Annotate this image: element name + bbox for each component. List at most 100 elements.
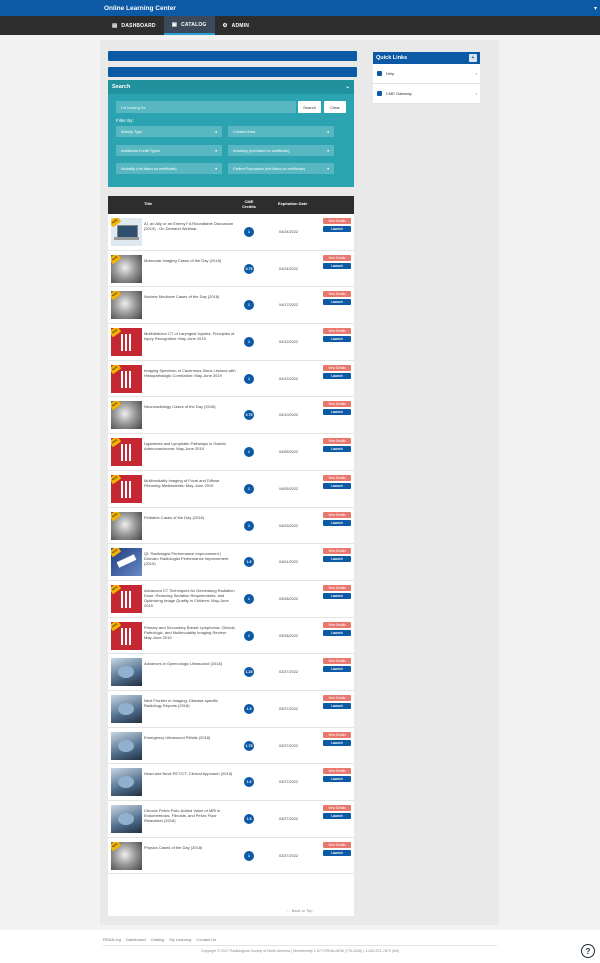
quick-link-cme-gateway[interactable]: CME Gateway › — [373, 84, 480, 104]
course-thumbnail[interactable]: NEW — [111, 841, 142, 870]
course-title[interactable]: Next Frontier in Imaging: Disease-specif… — [144, 698, 236, 708]
launch-button[interactable]: Launch — [323, 739, 351, 746]
launch-button[interactable]: Launch — [323, 262, 351, 269]
view-details-button[interactable]: View Details — [323, 805, 351, 811]
launch-button[interactable]: Launch — [323, 556, 351, 563]
footer-link[interactable]: My Learning — [169, 937, 191, 942]
col-credits[interactable]: CME Credits — [239, 199, 259, 209]
patient-population-select[interactable]: Patient Population (not listed on certif… — [228, 163, 334, 174]
view-details-button[interactable]: View Details — [323, 474, 351, 481]
anatomy-select[interactable]: Anatomy (not listed on certificate) ▾ — [228, 145, 334, 156]
launch-button[interactable]: Launch — [323, 482, 351, 489]
course-title[interactable]: QI: Radiologist Performance Improvement … — [144, 551, 236, 566]
view-details-button[interactable]: View Details — [323, 731, 351, 738]
tab-catalog[interactable]: ▣ CATALOG — [163, 16, 215, 35]
col-title[interactable]: Title — [144, 201, 152, 206]
view-details-button[interactable]: View Details — [323, 584, 351, 591]
launch-button[interactable]: Launch — [323, 446, 351, 453]
course-thumbnail[interactable]: NEW — [111, 584, 142, 613]
view-details-button[interactable]: View Details — [323, 401, 351, 408]
view-details-button[interactable]: View Details — [323, 328, 351, 335]
launch-button[interactable]: Launch — [323, 776, 351, 783]
course-title[interactable]: Nuclear Medicine Cases of the Day (2018) — [144, 294, 236, 299]
course-thumbnail[interactable] — [111, 694, 142, 723]
view-details-button[interactable]: View Details — [323, 768, 351, 775]
course-thumbnail[interactable]: NEW — [111, 621, 142, 650]
course-thumbnail[interactable]: NEW — [111, 328, 142, 357]
view-details-button[interactable]: View Details — [323, 658, 351, 665]
launch-button[interactable]: Launch — [323, 592, 351, 599]
view-details-button[interactable]: View Details — [323, 548, 351, 555]
back-to-top-link[interactable]: ← Back to Top — [100, 908, 499, 913]
course-title[interactable]: Emergency Ultrasound Pitfalls (2018) — [144, 735, 236, 740]
course-thumbnail[interactable]: NEW — [111, 218, 142, 246]
course-thumbnail[interactable]: NEW — [111, 364, 142, 393]
course-title[interactable]: Neuroradiology Cases of the Day (2018) — [144, 404, 236, 409]
view-details-button[interactable]: View Details — [323, 254, 351, 261]
course-thumbnail[interactable] — [111, 768, 142, 797]
col-expiration[interactable]: Expiration Date — [278, 201, 307, 206]
view-details-button[interactable]: View Details — [323, 291, 351, 298]
tab-dashboard[interactable]: ▤ DASHBOARD — [104, 16, 164, 35]
footer-link[interactable]: Catalog — [151, 937, 165, 942]
course-thumbnail[interactable]: NEW — [111, 254, 142, 283]
tab-admin[interactable]: ⚙ ADMIN — [215, 16, 258, 35]
account-dropdown-icon[interactable]: ▾ — [594, 5, 597, 12]
search-panel-header[interactable]: Search ⌄ — [108, 80, 354, 94]
launch-button[interactable]: Launch — [323, 372, 351, 379]
launch-button[interactable]: Launch — [323, 409, 351, 416]
course-thumbnail[interactable]: NEW — [111, 438, 142, 467]
course-thumbnail[interactable] — [111, 731, 142, 760]
course-title[interactable]: Multidetector CT of Laryngeal Injuries: … — [144, 331, 236, 341]
launch-button[interactable]: Launch — [323, 519, 351, 526]
launch-button[interactable]: Launch — [323, 666, 351, 673]
view-details-button[interactable]: View Details — [323, 621, 351, 628]
course-title[interactable]: Multimodality Imaging of Focal and Diffu… — [144, 478, 236, 488]
launch-button[interactable]: Launch — [323, 629, 351, 636]
course-title[interactable]: AI, an Ally or an Enemy? A Roundtable Di… — [144, 221, 236, 231]
content-area-select[interactable]: Content Area ▾ — [228, 126, 334, 137]
collapse-icon[interactable]: ⌄ — [345, 84, 350, 90]
course-thumbnail[interactable]: NEW — [111, 401, 142, 430]
credit-types-select[interactable]: Additional Credit Types ▾ — [116, 145, 222, 156]
view-details-button[interactable]: View Details — [323, 694, 351, 701]
course-thumbnail[interactable] — [111, 805, 142, 833]
activity-type-select[interactable]: Activity Type ▾ — [116, 126, 222, 137]
course-title[interactable]: Molecular Imaging Cases of the Day (2018… — [144, 258, 236, 263]
course-thumbnail[interactable]: NEW — [111, 291, 142, 320]
search-input[interactable]: I'm looking for — [116, 101, 296, 113]
quick-link-help[interactable]: Help › — [373, 64, 480, 84]
launch-button[interactable]: Launch — [323, 299, 351, 306]
course-thumbnail[interactable]: NEW — [111, 511, 142, 540]
course-title[interactable]: Physics Cases of the Day (2018) — [144, 845, 236, 850]
course-title[interactable]: Advances in Gynecologic Ultrasound (2018… — [144, 661, 236, 666]
help-icon[interactable]: ? — [581, 944, 595, 958]
modality-select[interactable]: Modality (not listed on certificate) ▾ — [116, 163, 222, 174]
view-details-button[interactable]: View Details — [323, 364, 351, 371]
footer-link[interactable]: Dashboard — [126, 937, 146, 942]
view-details-button[interactable]: View Details — [323, 438, 351, 445]
clear-button[interactable]: Clear — [324, 101, 346, 113]
course-title[interactable]: Primary and Secondary Breast Lymphoma: C… — [144, 625, 236, 640]
course-thumbnail[interactable]: NEW — [111, 474, 142, 503]
launch-button[interactable]: Launch — [323, 702, 351, 709]
course-thumbnail[interactable] — [111, 658, 142, 687]
course-thumbnail[interactable]: NEW — [111, 548, 142, 577]
course-title[interactable]: Chronic Pelvic Pain: Added Value of MRI … — [144, 808, 236, 823]
footer-link[interactable]: RSNA.org — [103, 937, 121, 942]
course-title[interactable]: Ligaments and Lymphatic Pathways in Gast… — [144, 441, 236, 451]
launch-button[interactable]: Launch — [323, 226, 351, 232]
view-details-button[interactable]: View Details — [323, 841, 351, 848]
launch-button[interactable]: Launch — [323, 813, 351, 819]
course-title[interactable]: Head and Neck PET/CT: Clinical Approach … — [144, 771, 236, 776]
view-details-button[interactable]: View Details — [323, 218, 351, 224]
launch-button[interactable]: Launch — [323, 849, 351, 856]
view-details-button[interactable]: View Details — [323, 511, 351, 518]
footer-link[interactable]: Contact Us — [196, 937, 216, 942]
course-title[interactable]: Advanced CT Techniques for Decreasing Ra… — [144, 588, 236, 608]
course-title[interactable]: Imaging Spectrum of Cavernous Sinus Lesi… — [144, 368, 236, 378]
launch-button[interactable]: Launch — [323, 336, 351, 343]
expand-icon[interactable]: + — [469, 54, 477, 62]
course-title[interactable]: Pediatric Cases of the Day (2018) — [144, 515, 236, 520]
search-button[interactable]: Search — [298, 101, 321, 113]
